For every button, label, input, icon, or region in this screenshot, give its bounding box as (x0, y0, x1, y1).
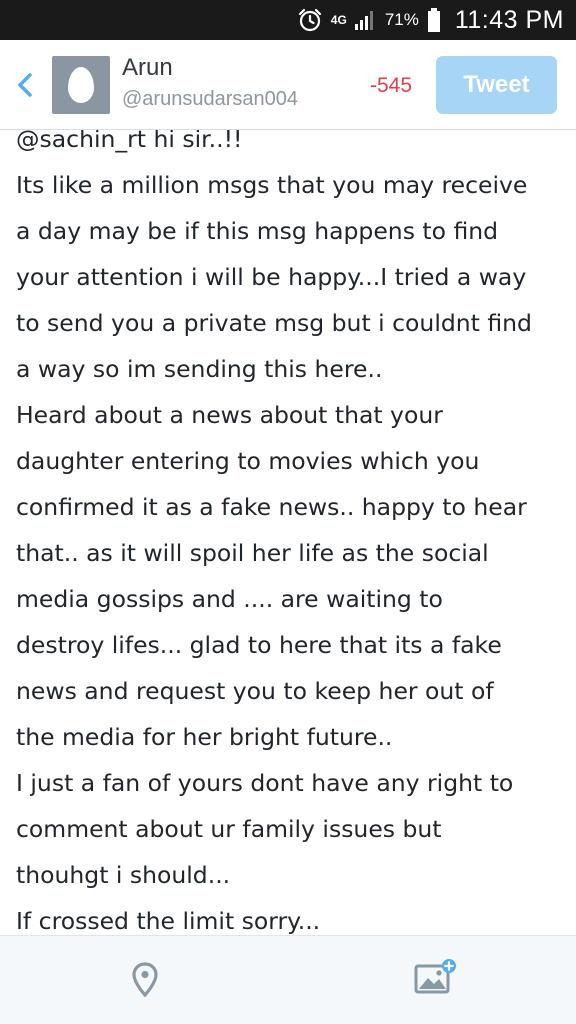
tweet-text-line: comment about ur family issues but (16, 815, 442, 843)
tweet-text-line: Heard about a news about that your (16, 401, 443, 429)
tweet-text-line: thouhgt i should... (16, 861, 231, 889)
user-name: Arun (122, 54, 173, 81)
tweet-text-line: Its like a million msgs that you may rec… (16, 171, 528, 199)
add-photo-button[interactable] (412, 958, 458, 998)
back-button[interactable] (14, 70, 36, 100)
tweet-text-line: destroy lifes... glad to here that its a… (16, 631, 502, 659)
avatar (52, 56, 110, 114)
tweet-text-line: a day may be if this msg happens to find (16, 217, 499, 245)
clock-time: 11:43 PM (454, 5, 564, 34)
tweet-text-line: @sachin_rt hi sir..!! (16, 130, 243, 153)
user-handle: @arunsudarsan004 (122, 88, 298, 110)
battery-icon (427, 7, 441, 33)
location-button[interactable] (132, 962, 158, 998)
default-egg-avatar-icon (68, 67, 94, 103)
tweet-text-line: confirmed it as a fake news.. happy to h… (16, 493, 527, 521)
signal-icon (353, 8, 377, 32)
tweet-text-line: a way so im sending this here.. (16, 355, 383, 383)
tweet-text-line: news and request you to keep her out of (16, 677, 494, 705)
add-photo-icon (414, 959, 456, 994)
alarm-clock-icon (297, 7, 323, 33)
battery-percentage: 71% (384, 10, 419, 29)
tweet-text-line: the media for her bright future.. (16, 723, 393, 751)
tweet-text[interactable]: @sachin_rt hi sir..!! Its like a million … (16, 130, 568, 935)
compose-header: Arun @arunsudarsan004 -545 Tweet (0, 40, 576, 130)
network-type: 4G (330, 13, 347, 27)
tweet-text-line: that.. as it will spoil her life as the … (16, 539, 489, 567)
tweet-text-line: to send you a private msg but i couldnt … (16, 309, 532, 337)
tweet-text-line: media gossips and .... are waiting to (16, 585, 443, 613)
character-counter: -545 (370, 74, 413, 97)
tweet-text-line: If crossed the limit sorry... (16, 907, 321, 935)
status-bar: 4G 71% 11:43 PM (0, 0, 576, 40)
tweet-button[interactable]: Tweet (436, 56, 557, 114)
chevron-left-icon (18, 73, 32, 97)
tweet-text-line: daughter entering to movies which you (16, 447, 480, 475)
tweet-text-line: I just a fan of yours dont have any righ… (16, 769, 514, 797)
tweet-text-area[interactable]: @sachin_rt hi sir..!! Its like a million … (0, 130, 576, 935)
location-pin-icon (132, 962, 158, 998)
compose-toolbar (0, 935, 576, 1024)
tweet-text-line: your attention i will be happy...I tried… (16, 263, 527, 291)
